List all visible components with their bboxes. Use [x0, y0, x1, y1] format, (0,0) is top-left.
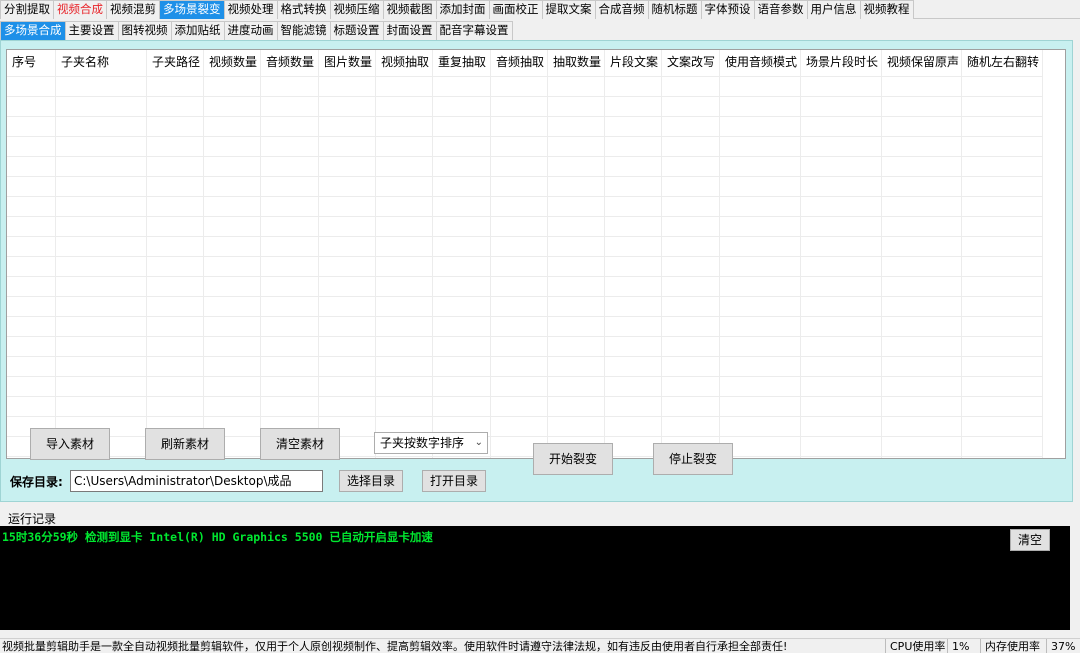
- log-line: 15时36分59秒 检测到显卡 Intel(R) HD Graphics 550…: [2, 530, 433, 544]
- column-divider: [432, 50, 433, 458]
- subtab-cover-settings[interactable]: 封面设置: [382, 21, 437, 40]
- column-divider: [604, 50, 605, 458]
- column-divider: [318, 50, 319, 458]
- column-divider: [547, 50, 548, 458]
- clear-log-button[interactable]: 清空: [1010, 529, 1050, 551]
- subtab-add-sticker[interactable]: 添加贴纸: [170, 21, 225, 40]
- run-log-console[interactable]: 15时36分59秒 检测到显卡 Intel(R) HD Graphics 550…: [0, 526, 1070, 630]
- tab-compose-audio[interactable]: 合成音频: [594, 0, 649, 19]
- start-fission-button[interactable]: 开始裂变: [533, 443, 613, 475]
- column-header[interactable]: 场景片段时长: [801, 50, 882, 76]
- main-tab-strip: 分割提取 视频合成 视频混剪 多场景裂变 视频处理 格式转换 视频压缩 视频截图…: [0, 0, 1080, 19]
- material-table[interactable]: 序号 子夹名称 子夹路径 视频数量 音频数量 图片数量 视频抽取 重复抽取 音频…: [6, 49, 1066, 459]
- table-header: 序号 子夹名称 子夹路径 视频数量 音频数量 图片数量 视频抽取 重复抽取 音频…: [7, 50, 1043, 76]
- tab-random-title[interactable]: 随机标题: [647, 0, 702, 19]
- column-header[interactable]: 视频数量: [204, 50, 261, 76]
- column-header[interactable]: 子夹路径: [147, 50, 204, 76]
- tab-video-process[interactable]: 视频处理: [223, 0, 278, 19]
- tab-extract-text[interactable]: 提取文案: [541, 0, 596, 19]
- save-dir-label: 保存目录:: [10, 475, 63, 489]
- memory-usage-value: 37%: [1046, 639, 1075, 653]
- tab-frame-correct[interactable]: 画面校正: [488, 0, 543, 19]
- tab-add-cover[interactable]: 添加封面: [435, 0, 490, 19]
- choose-dir-button[interactable]: 选择目录: [339, 470, 403, 492]
- tab-format-convert[interactable]: 格式转换: [276, 0, 331, 19]
- column-header[interactable]: 视频抽取: [376, 50, 433, 76]
- stop-fission-button[interactable]: 停止裂变: [653, 443, 733, 475]
- column-header[interactable]: 文案改写: [662, 50, 720, 76]
- subtab-dubbing-subtitle-settings[interactable]: 配音字幕设置: [435, 21, 513, 40]
- table-body: [7, 76, 1043, 458]
- tab-video-tutorial[interactable]: 视频教程: [859, 0, 914, 19]
- column-header[interactable]: 片段文案: [605, 50, 662, 76]
- memory-usage-label: 内存使用率: [980, 639, 1040, 653]
- column-divider: [961, 50, 962, 458]
- run-log-label: 运行记录: [8, 512, 57, 526]
- tab-multi-scene-fission[interactable]: 多场景裂变: [159, 0, 225, 19]
- subtab-title-settings[interactable]: 标题设置: [329, 21, 384, 40]
- column-header[interactable]: 随机左右翻转: [962, 50, 1043, 76]
- open-dir-button[interactable]: 打开目录: [422, 470, 486, 492]
- refresh-material-button[interactable]: 刷新素材: [145, 428, 225, 460]
- sub-tab-strip: 多场景合成 主要设置 图转视频 添加贴纸 进度动画 智能滤镜 标题设置 封面设置…: [0, 21, 1080, 40]
- tab-video-mix[interactable]: 视频混剪: [106, 0, 160, 19]
- column-divider: [375, 50, 376, 458]
- import-material-button[interactable]: 导入素材: [30, 428, 110, 460]
- column-header[interactable]: 视频保留原声: [882, 50, 962, 76]
- tab-video-screenshot[interactable]: 视频截图: [382, 0, 437, 19]
- column-divider: [260, 50, 261, 458]
- chevron-down-icon: ⌄: [474, 437, 483, 448]
- column-header[interactable]: 抽取数量: [548, 50, 605, 76]
- column-header[interactable]: 序号: [7, 50, 56, 76]
- column-header[interactable]: 重复抽取: [433, 50, 491, 76]
- cpu-usage-label: CPU使用率: [885, 639, 945, 653]
- column-divider: [881, 50, 882, 458]
- subtab-progress-animation[interactable]: 进度动画: [223, 21, 278, 40]
- column-divider: [719, 50, 720, 458]
- column-header[interactable]: 音频数量: [261, 50, 319, 76]
- column-divider: [490, 50, 491, 458]
- column-divider: [661, 50, 662, 458]
- column-divider: [800, 50, 801, 458]
- column-divider: [1042, 50, 1043, 458]
- tab-split-extract[interactable]: 分割提取: [0, 0, 54, 19]
- column-header[interactable]: 图片数量: [319, 50, 376, 76]
- cpu-usage-value: 1%: [947, 639, 969, 653]
- folder-sort-value: 子夹按数字排序: [380, 436, 465, 450]
- status-bar: 视频批量剪辑助手是一款全自动视频批量剪辑软件，仅用于个人原创视频制作、提高剪辑效…: [0, 638, 1080, 653]
- column-divider: [203, 50, 204, 458]
- subtab-multi-scene-compose[interactable]: 多场景合成: [0, 21, 66, 40]
- status-notice: 视频批量剪辑助手是一款全自动视频批量剪辑软件，仅用于个人原创视频制作、提高剪辑效…: [2, 640, 788, 653]
- tab-video-compress[interactable]: 视频压缩: [329, 0, 384, 19]
- subtab-main-settings[interactable]: 主要设置: [64, 21, 119, 40]
- subtab-image-to-video[interactable]: 图转视频: [117, 21, 172, 40]
- column-header[interactable]: 使用音频模式: [720, 50, 801, 76]
- folder-sort-select[interactable]: 子夹按数字排序 ⌄: [374, 432, 488, 454]
- clear-material-button[interactable]: 清空素材: [260, 428, 340, 460]
- tab-user-info[interactable]: 用户信息: [806, 0, 861, 19]
- column-header[interactable]: 子夹名称: [56, 50, 147, 76]
- column-header[interactable]: 音频抽取: [491, 50, 548, 76]
- save-dir-input[interactable]: C:\Users\Administrator\Desktop\成品: [70, 470, 323, 492]
- column-divider: [55, 50, 56, 458]
- column-divider: [146, 50, 147, 458]
- tab-voice-params[interactable]: 语音参数: [753, 0, 808, 19]
- subtab-smart-filter[interactable]: 智能滤镜: [276, 21, 331, 40]
- tab-font-preset[interactable]: 字体预设: [700, 0, 755, 19]
- tab-video-compose[interactable]: 视频合成: [53, 0, 107, 19]
